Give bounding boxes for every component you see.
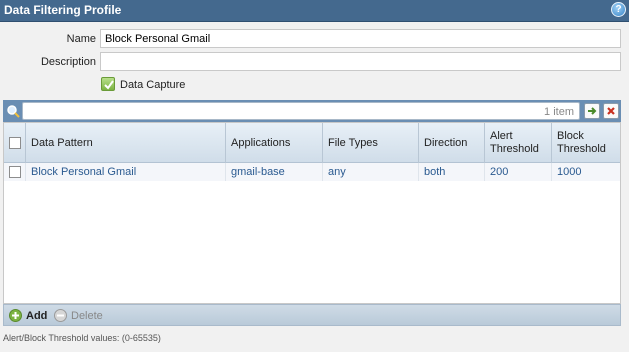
checkmark-icon bbox=[104, 80, 114, 90]
search-icon bbox=[7, 105, 20, 118]
column-header-file-types[interactable]: File Types bbox=[323, 123, 419, 163]
row-checkbox[interactable] bbox=[9, 166, 21, 178]
column-header-alert-threshold[interactable]: Alert Threshold bbox=[485, 123, 552, 163]
cell-alert-threshold: 200 bbox=[485, 163, 552, 181]
search-result-count: 1 item bbox=[544, 106, 574, 118]
column-header-applications[interactable]: Applications bbox=[226, 123, 323, 163]
column-header-data-pattern[interactable]: Data Pattern bbox=[26, 123, 226, 163]
search-toolbar: 1 item bbox=[3, 100, 621, 122]
cell-data-pattern[interactable]: Block Personal Gmail bbox=[26, 163, 226, 181]
data-capture-label: Data Capture bbox=[120, 79, 186, 91]
cell-direction: both bbox=[419, 163, 485, 181]
close-icon bbox=[607, 107, 615, 115]
select-all-checkbox[interactable] bbox=[9, 137, 21, 149]
table-row[interactable]: Block Personal Gmail gmail-base any both… bbox=[4, 163, 620, 181]
data-capture-checkbox[interactable] bbox=[101, 77, 115, 91]
add-label: Add bbox=[26, 310, 48, 322]
window-title: Data Filtering Profile bbox=[4, 3, 122, 17]
description-label: Description bbox=[40, 56, 96, 68]
apply-filter-button[interactable] bbox=[584, 103, 600, 119]
name-input[interactable] bbox=[100, 29, 621, 48]
row-select-cell bbox=[4, 163, 26, 181]
window-titlebar: Data Filtering Profile ? bbox=[0, 0, 629, 22]
select-all-cell bbox=[4, 123, 26, 163]
description-input[interactable] bbox=[100, 52, 621, 71]
cell-file-types: any bbox=[323, 163, 419, 181]
arrow-right-icon bbox=[588, 107, 597, 115]
column-header-block-threshold[interactable]: Block Threshold bbox=[552, 123, 620, 163]
name-label: Name bbox=[66, 33, 96, 45]
help-icon[interactable]: ? bbox=[611, 2, 626, 17]
search-input[interactable]: 1 item bbox=[22, 102, 580, 120]
column-header-direction[interactable]: Direction bbox=[419, 123, 485, 163]
data-pattern-table: Data Pattern Applications File Types Dir… bbox=[3, 122, 621, 304]
plus-icon bbox=[9, 309, 22, 322]
cell-block-threshold: 1000 bbox=[557, 166, 582, 178]
threshold-hint: Alert/Block Threshold values: (0-65535) bbox=[3, 333, 161, 343]
table-header: Data Pattern Applications File Types Dir… bbox=[4, 123, 620, 163]
delete-label: Delete bbox=[71, 310, 103, 322]
cell-applications: gmail-base bbox=[226, 163, 323, 181]
clear-filter-button[interactable] bbox=[603, 103, 619, 119]
minus-icon bbox=[54, 309, 67, 322]
table-action-bar: Add Delete bbox=[3, 304, 621, 326]
